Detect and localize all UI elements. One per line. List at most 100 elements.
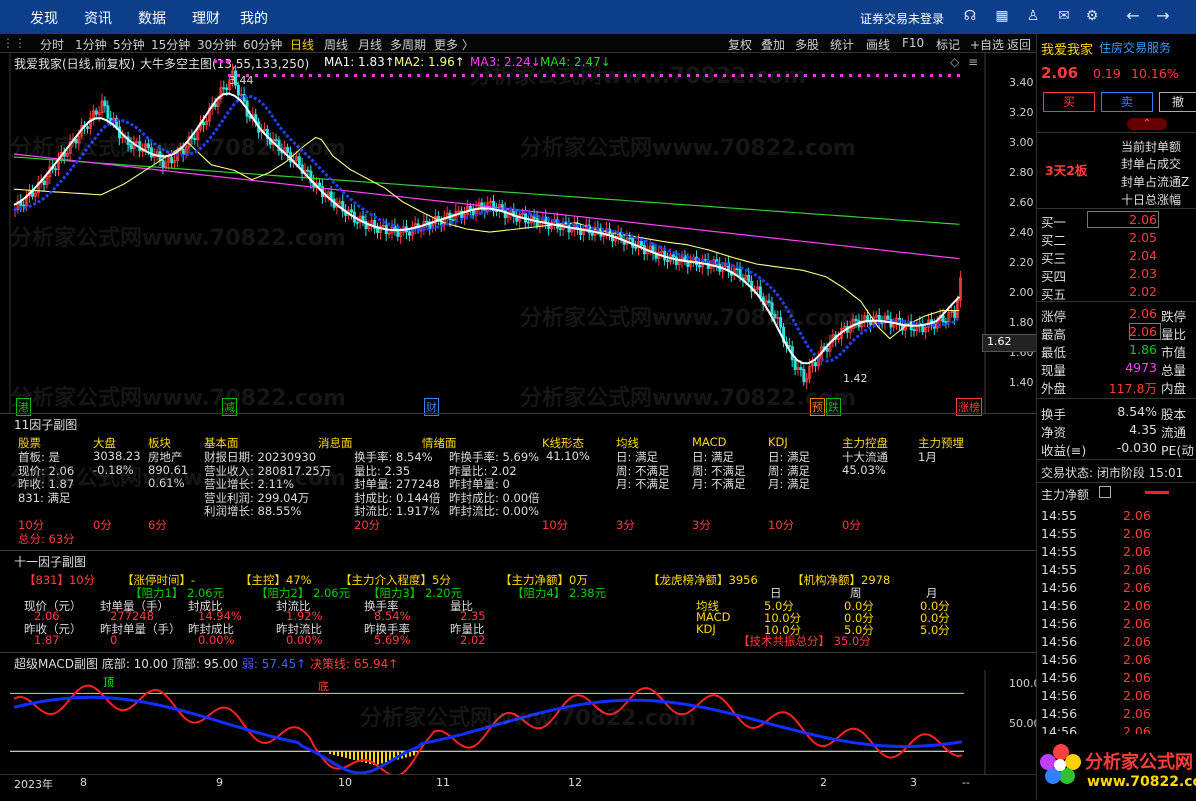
message-icon[interactable]: ✉ (1054, 6, 1074, 26)
ma3-line (13, 153, 960, 260)
candle-body (146, 143, 150, 149)
candle-body (953, 310, 957, 318)
btn-add-watchlist[interactable]: +自选 (970, 36, 1004, 53)
quote-stat-label: 最高 (1041, 327, 1067, 342)
candle-body (161, 160, 165, 168)
nav-mine[interactable]: 我的 (240, 8, 268, 28)
date-axis-label: 9 (216, 776, 223, 789)
nav-discover[interactable]: 发现 (30, 8, 58, 28)
ma-factor: 月: 不满足 (616, 477, 670, 491)
quote-stat-label: 量比 (1161, 327, 1187, 342)
btn-statistics[interactable]: 统计 (830, 36, 854, 53)
btn-restore-rights[interactable]: 复权 (728, 36, 752, 53)
signal-dot (327, 74, 330, 77)
tab-15min[interactable]: 15分钟 (151, 36, 190, 53)
btn-back[interactable]: 返回 (1007, 36, 1031, 53)
signal-dot (759, 74, 762, 77)
candle-body (42, 180, 46, 185)
signal-dot (480, 74, 483, 77)
cancel-order-button[interactable]: 撤 (1159, 92, 1196, 112)
candle-body (802, 369, 806, 383)
sell-button[interactable]: 卖 (1101, 92, 1153, 112)
login-status[interactable]: 证券交易未登录 (860, 10, 944, 27)
candle-body (921, 324, 925, 333)
net-flow-label[interactable]: 主力净额 (1041, 486, 1089, 503)
signal-dot (507, 74, 510, 77)
signal-dot (795, 74, 798, 77)
quote-stat-label: PE(动 (1161, 443, 1194, 458)
macd-title[interactable]: 超级MACD副图 (14, 657, 98, 671)
settings-icon[interactable]: ⚙ (1082, 6, 1102, 26)
tab-timeshare[interactable]: 分时 (40, 36, 64, 53)
forward-arrow-icon[interactable]: → (1153, 6, 1173, 26)
nav-news[interactable]: 资讯 (84, 8, 112, 28)
candle-body (640, 241, 644, 246)
tab-1min[interactable]: 1分钟 (75, 36, 107, 53)
candle-body (799, 367, 803, 370)
btn-multi-stock[interactable]: 多股 (795, 36, 819, 53)
tab-multi-period[interactable]: 多周期 (390, 36, 426, 53)
shirt-icon[interactable]: ♙ (1023, 6, 1043, 26)
quote-stat-value: 4.35 (1129, 422, 1157, 437)
price-axis-label: 2.60 (1009, 196, 1034, 209)
headset-icon[interactable]: ☊ (960, 6, 980, 26)
btn-mark[interactable]: 标记 (936, 36, 960, 53)
signal-dot (786, 74, 789, 77)
price-axis-label: 2.00 (1009, 286, 1034, 299)
top-signal-tag: 顶 (103, 676, 114, 689)
tab-30min[interactable]: 30分钟 (197, 36, 236, 53)
trade-time: 14:56 (1041, 580, 1078, 595)
sub1-title[interactable]: 11因子副图 (14, 416, 77, 433)
tab-60min[interactable]: 60分钟 (243, 36, 282, 53)
stock-industry[interactable]: 住房交易服务 (1099, 39, 1171, 56)
signal-dot (930, 74, 933, 77)
tab-daily[interactable]: 日线 (290, 36, 314, 53)
signal-dot (345, 74, 348, 77)
chart-toggle-icon[interactable] (1099, 486, 1111, 498)
tab-more[interactable]: 更多 〉 (434, 36, 474, 53)
trend-band-line (13, 94, 961, 363)
trade-price: 2.06 (1123, 652, 1151, 667)
trade-time: 14:55 (1041, 544, 1078, 559)
candle-body (349, 209, 353, 213)
board-info: 十日总涨幅 (1121, 193, 1182, 207)
nav-data[interactable]: 数据 (138, 8, 166, 28)
btn-overlay[interactable]: 叠加 (761, 36, 785, 53)
tab-monthly[interactable]: 月线 (358, 36, 382, 53)
candle-body (54, 168, 58, 171)
grip-icon[interactable]: ⋮⋮ (2, 36, 26, 50)
bottom-signal-tag: 底 (318, 680, 329, 693)
market-factor: -0.18% (93, 462, 134, 477)
price-axis-label: 3.00 (1009, 136, 1034, 149)
signal-dot (714, 74, 717, 77)
factor-score: 3分 (616, 518, 635, 532)
period-row-value: 5.0分 (920, 623, 950, 637)
signal-dot (957, 74, 960, 77)
signal-dot (687, 74, 690, 77)
sub2-title[interactable]: 十一因子副图 (14, 553, 86, 570)
candle-body (129, 144, 133, 149)
trade-time: 14:55 (1041, 562, 1078, 577)
candle-body (674, 256, 678, 266)
signal-dot (732, 74, 735, 77)
trade-time: 14:56 (1041, 688, 1078, 703)
collapse-chevron-icon[interactable]: ⌃ (1127, 118, 1167, 130)
macd-chart[interactable] (0, 670, 1036, 774)
candlestick-chart[interactable] (0, 52, 1036, 414)
tab-5min[interactable]: 5分钟 (113, 36, 145, 53)
buy-button[interactable]: 买 (1043, 92, 1095, 112)
candle-body (286, 147, 290, 153)
factor-score: 10分 (542, 518, 569, 532)
tab-weekly[interactable]: 周线 (324, 36, 348, 53)
signal-dot (435, 74, 438, 77)
factor-value: 2.02 (460, 633, 486, 647)
nav-finance[interactable]: 理财 (192, 8, 220, 28)
grid-icon[interactable]: ▦ (992, 6, 1012, 26)
back-arrow-icon[interactable]: ← (1123, 6, 1143, 26)
price-change-pct: 10.16% (1131, 66, 1179, 81)
trading-status: 交易状态: 闭市阶段 15:01 (1041, 466, 1184, 480)
quote-stat-value: 8.54% (1117, 404, 1157, 419)
btn-draw-line[interactable]: 画线 (866, 36, 890, 53)
date-axis-label: 8 (80, 776, 87, 789)
btn-f10[interactable]: F10 (902, 36, 924, 50)
